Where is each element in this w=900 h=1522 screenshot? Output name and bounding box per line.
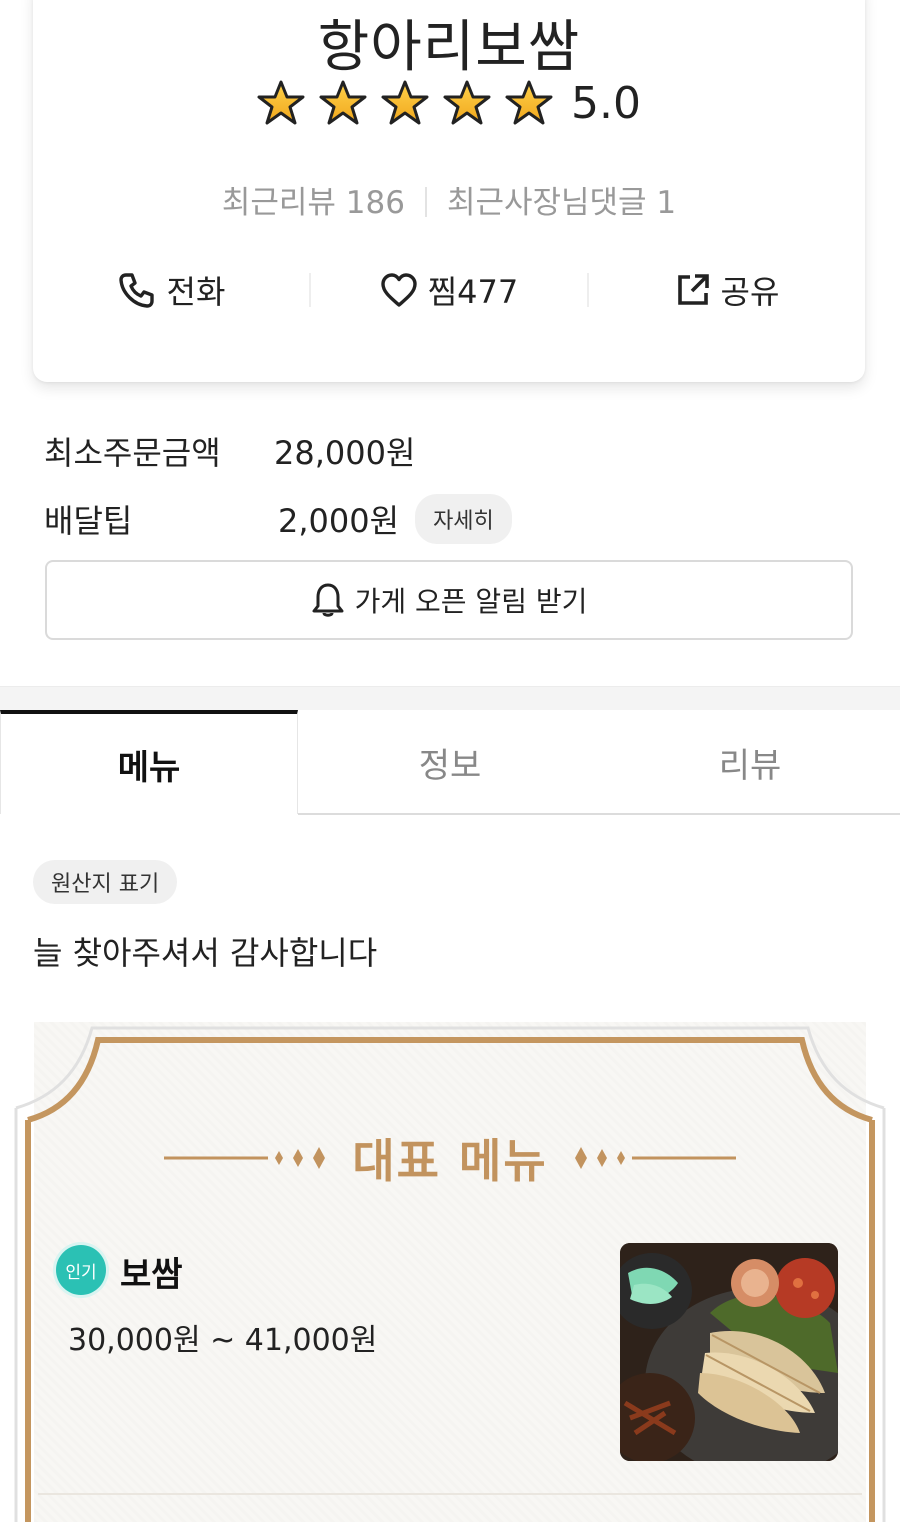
review-summary: 최근리뷰 186 최근사장님댓글 1 — [33, 177, 865, 222]
star-icon — [381, 80, 429, 125]
bossam-photo-illustration — [620, 1243, 838, 1461]
rating-value: 5.0 — [571, 77, 641, 129]
action-row: 전화 찜477 공유 — [33, 265, 865, 315]
delivery-tip-label: 배달팁 — [44, 502, 133, 540]
section-divider — [0, 686, 900, 711]
bell-icon — [312, 583, 344, 617]
recent-reviews-link[interactable]: 최근리뷰 186 — [222, 185, 405, 221]
ornament-right-icon — [574, 1147, 736, 1169]
rating-row: 5.0 — [33, 75, 865, 131]
store-card: 항아리보쌈 5.0 최근리뷰 186 최근사장님댓글 1 전화 찜477 공유 — [33, 0, 865, 382]
store-name: 항아리보쌈 — [317, 15, 581, 80]
min-order-value: 28,000원 — [274, 434, 416, 472]
menu-item-price: 30,000원 ~ 41,000원 — [68, 1323, 378, 1358]
star-icon — [319, 80, 367, 125]
share-label: 공유 — [720, 273, 780, 311]
heart-icon — [381, 273, 417, 307]
divider — [424, 187, 427, 217]
call-button[interactable]: 전화 — [33, 267, 309, 313]
star-icon — [443, 80, 491, 125]
tab-review[interactable]: 리뷰 — [600, 710, 900, 814]
menu-item-name: 보쌈 — [120, 1255, 183, 1295]
signature-title-row: 대표 메뉴 — [0, 1128, 900, 1188]
like-button[interactable]: 찜477 — [311, 267, 587, 313]
store-notice: 늘 찾아주셔서 감사합니다 — [33, 934, 378, 972]
min-order-row: 최소주문금액 28,000원 — [44, 428, 415, 474]
star-icon — [505, 80, 553, 125]
star-icon — [257, 80, 305, 125]
share-button[interactable]: 공유 — [589, 267, 865, 313]
signature-title: 대표 메뉴 — [352, 1134, 548, 1188]
share-icon — [677, 274, 709, 305]
popular-badge: 인기 — [56, 1245, 106, 1295]
min-order-label: 최소주문금액 — [44, 434, 221, 472]
like-count: 찜477 — [427, 273, 519, 311]
store-open-alarm-button[interactable]: 가게 오픈 알림 받기 — [45, 560, 853, 640]
call-label: 전화 — [166, 273, 226, 311]
delivery-tip-value: 2,000원 — [278, 502, 400, 540]
tab-bar: 메뉴 정보 리뷰 — [0, 710, 900, 816]
ornament-left-icon — [164, 1147, 326, 1169]
owner-replies-link[interactable]: 최근사장님댓글 1 — [447, 185, 676, 221]
origin-label-button[interactable]: 원산지 표기 — [33, 860, 178, 904]
delivery-tip-row: 배달팁 2,000원 자세히 — [44, 494, 512, 544]
delivery-tip-detail-button[interactable]: 자세히 — [415, 494, 512, 544]
tab-info[interactable]: 정보 — [300, 710, 600, 814]
menu-item-photo[interactable] — [620, 1243, 838, 1461]
phone-icon — [118, 273, 154, 308]
tab-underline — [298, 813, 900, 815]
tab-menu[interactable]: 메뉴 — [0, 710, 298, 814]
alarm-label: 가게 오픈 알림 받기 — [354, 585, 588, 618]
